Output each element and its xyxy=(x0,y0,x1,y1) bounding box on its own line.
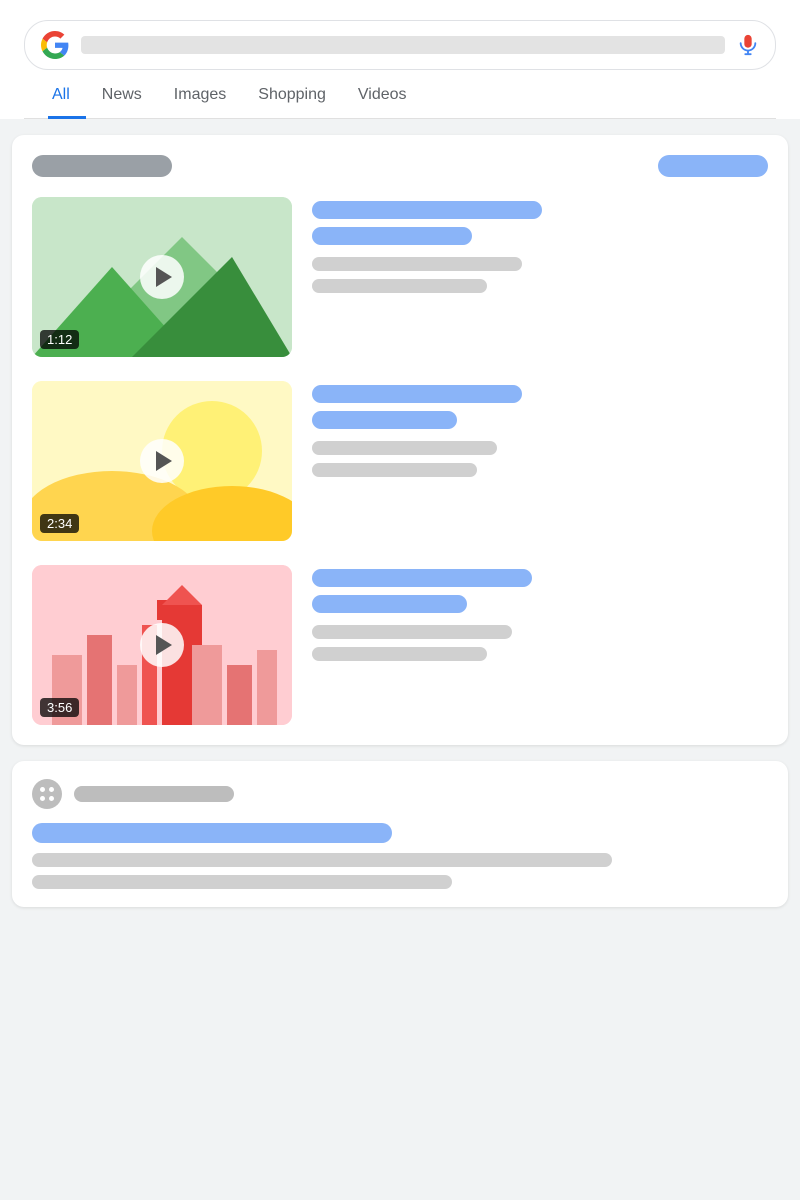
search-input[interactable] xyxy=(81,36,725,54)
search-bar-area: All News Images Shopping Videos xyxy=(0,0,800,119)
dot-1 xyxy=(40,787,45,792)
video-item-3: 3:56 xyxy=(32,565,768,725)
search-bar[interactable] xyxy=(24,20,776,70)
video-title-2a[interactable] xyxy=(312,385,522,403)
duration-badge-2: 2:34 xyxy=(40,514,79,533)
result-block-header xyxy=(32,779,768,809)
play-button-3[interactable] xyxy=(140,623,184,667)
mic-icon[interactable] xyxy=(737,34,759,56)
tab-news[interactable]: News xyxy=(86,70,158,119)
google-logo xyxy=(41,31,69,59)
site-icon-dots xyxy=(40,787,54,801)
result-snippet-2 xyxy=(32,875,452,889)
video-info-1 xyxy=(312,197,768,357)
video-item-1: 1:12 xyxy=(32,197,768,357)
video-title-2b[interactable] xyxy=(312,411,457,429)
video-title-3b[interactable] xyxy=(312,595,467,613)
play-triangle-1 xyxy=(156,267,172,287)
tab-all[interactable]: All xyxy=(48,70,86,119)
play-triangle-2 xyxy=(156,451,172,471)
video-desc-3a xyxy=(312,625,512,639)
result-link[interactable] xyxy=(32,823,392,843)
tab-images[interactable]: Images xyxy=(158,70,242,119)
card-title xyxy=(32,155,172,177)
video-desc-2b xyxy=(312,463,477,477)
video-item-2: 2:34 xyxy=(32,381,768,541)
video-desc-3b xyxy=(312,647,487,661)
duration-badge-1: 1:12 xyxy=(40,330,79,349)
video-title-1a[interactable] xyxy=(312,201,542,219)
video-desc-1b xyxy=(312,279,487,293)
video-info-2 xyxy=(312,381,768,541)
site-name xyxy=(74,786,234,802)
result-snippet-1 xyxy=(32,853,612,867)
dot-3 xyxy=(40,796,45,801)
play-button-1[interactable] xyxy=(140,255,184,299)
result-block xyxy=(12,761,788,907)
video-desc-2a xyxy=(312,441,497,455)
main-content: 1:12 xyxy=(0,119,800,923)
video-desc-1a xyxy=(312,257,522,271)
video-title-3a[interactable] xyxy=(312,569,532,587)
video-thumbnail-2[interactable]: 2:34 xyxy=(32,381,292,541)
tab-shopping[interactable]: Shopping xyxy=(242,70,342,119)
tabs-bar: All News Images Shopping Videos xyxy=(24,70,776,119)
video-thumbnail-1[interactable]: 1:12 xyxy=(32,197,292,357)
dot-2 xyxy=(49,787,54,792)
video-info-3 xyxy=(312,565,768,725)
see-all-button[interactable] xyxy=(658,155,768,177)
video-title-1b[interactable] xyxy=(312,227,472,245)
video-results-card: 1:12 xyxy=(12,135,788,745)
tab-videos[interactable]: Videos xyxy=(342,70,423,119)
play-button-2[interactable] xyxy=(140,439,184,483)
play-triangle-3 xyxy=(156,635,172,655)
video-thumbnail-3[interactable]: 3:56 xyxy=(32,565,292,725)
duration-badge-3: 3:56 xyxy=(40,698,79,717)
card-header xyxy=(32,155,768,177)
dot-4 xyxy=(49,796,54,801)
site-favicon xyxy=(32,779,62,809)
